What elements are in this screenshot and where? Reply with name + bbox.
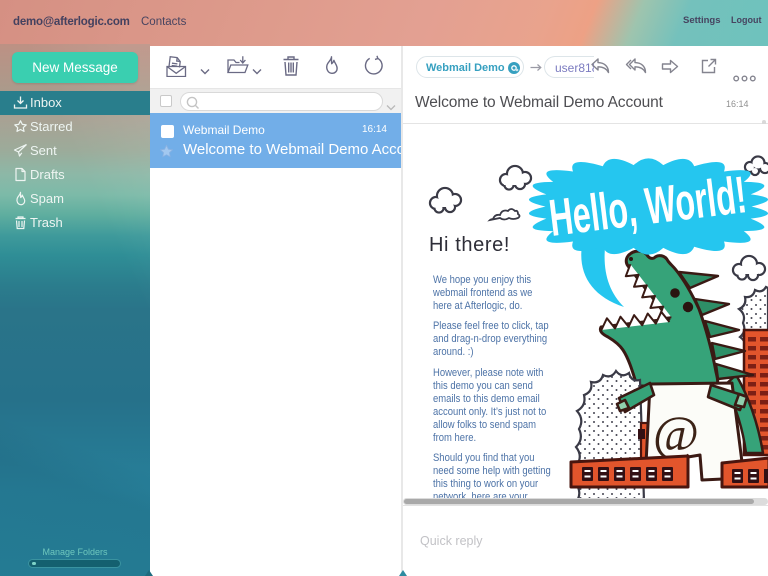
svg-text:@: @	[653, 405, 699, 461]
